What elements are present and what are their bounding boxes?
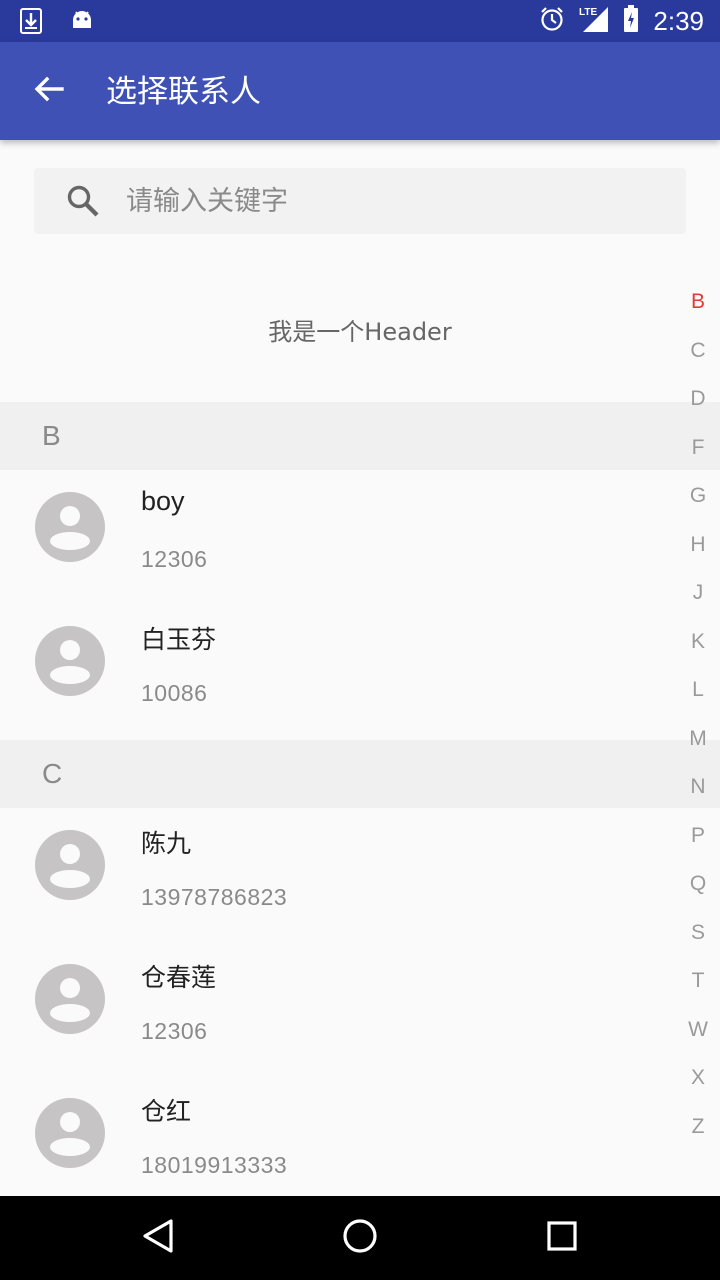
avatar-icon — [35, 1098, 105, 1168]
contact-phone: 12306 — [141, 1018, 208, 1044]
contact-phone: 18019913333 — [141, 1152, 288, 1178]
contact-name: 白玉芬 — [141, 625, 217, 654]
index-letter-b[interactable]: B — [676, 290, 720, 314]
back-button[interactable] — [22, 67, 76, 115]
svg-text:LTE: LTE — [579, 7, 597, 18]
search-icon — [66, 184, 100, 218]
list-header: 我是一个Header — [268, 318, 452, 346]
nav-recents-button[interactable] — [532, 1210, 592, 1266]
arrow-back-icon — [34, 76, 64, 106]
contact-phone: 13978786823 — [141, 884, 288, 910]
index-letter-h[interactable]: H — [676, 533, 720, 557]
alarm-icon — [539, 6, 565, 36]
index-letter-c[interactable]: C — [676, 339, 720, 363]
lte-signal-icon: LTE — [579, 5, 609, 37]
section-header-b: B — [0, 402, 720, 470]
contact-name: 仓红 — [141, 1097, 192, 1126]
contact-item[interactable]: 陈九 13978786823 — [0, 810, 680, 944]
contact-name: boy — [141, 486, 185, 516]
index-letter-g[interactable]: G — [676, 484, 720, 508]
home-circle-icon — [342, 1218, 378, 1258]
contact-item[interactable]: 仓红 18019913333 — [0, 1078, 680, 1212]
back-triangle-icon — [141, 1218, 175, 1258]
index-letter-d[interactable]: D — [676, 387, 720, 411]
page-title: 选择联系人 — [106, 74, 261, 110]
download-icon — [20, 8, 42, 38]
contact-item[interactable]: 仓春莲 12306 — [0, 944, 680, 1078]
index-letter-w[interactable]: W — [676, 1018, 720, 1042]
avatar-icon — [35, 626, 105, 696]
avatar-icon — [35, 830, 105, 900]
contact-name: 陈九 — [141, 829, 192, 858]
index-letter-f[interactable]: F — [676, 436, 720, 460]
recents-square-icon — [546, 1220, 578, 1256]
avatar-icon — [35, 964, 105, 1034]
index-letter-m[interactable]: M — [676, 727, 720, 751]
search-input[interactable] — [126, 178, 646, 224]
app-bar: 选择联系人 — [0, 42, 720, 140]
index-letter-l[interactable]: L — [676, 678, 720, 702]
index-letter-z[interactable]: Z — [676, 1115, 720, 1139]
contact-name: 仓春莲 — [141, 963, 217, 992]
section-letter: C — [42, 758, 63, 789]
contact-phone: 12306 — [141, 546, 208, 572]
index-letter-n[interactable]: N — [676, 775, 720, 799]
android-icon — [70, 8, 94, 38]
index-letter-q[interactable]: Q — [676, 872, 720, 896]
index-letter-j[interactable]: J — [676, 581, 720, 605]
status-time: 2:39 — [653, 6, 704, 36]
navigation-bar — [0, 1196, 720, 1280]
contact-phone: 10086 — [141, 680, 208, 706]
index-letter-s[interactable]: S — [676, 921, 720, 945]
index-letter-p[interactable]: P — [676, 824, 720, 848]
avatar-icon — [35, 492, 105, 562]
index-letter-t[interactable]: T — [676, 969, 720, 993]
section-letter: B — [42, 420, 61, 451]
search-box[interactable] — [34, 168, 686, 234]
nav-home-button[interactable] — [330, 1210, 390, 1266]
battery-icon — [623, 5, 639, 37]
contact-item[interactable]: 白玉芬 10086 — [0, 606, 680, 740]
section-header-c: C — [0, 740, 720, 808]
contact-item[interactable]: boy 12306 — [0, 472, 680, 606]
index-letter-k[interactable]: K — [676, 630, 720, 654]
status-bar: LTE 2:39 — [0, 0, 720, 42]
index-letter-x[interactable]: X — [676, 1066, 720, 1090]
nav-back-button[interactable] — [128, 1210, 188, 1266]
